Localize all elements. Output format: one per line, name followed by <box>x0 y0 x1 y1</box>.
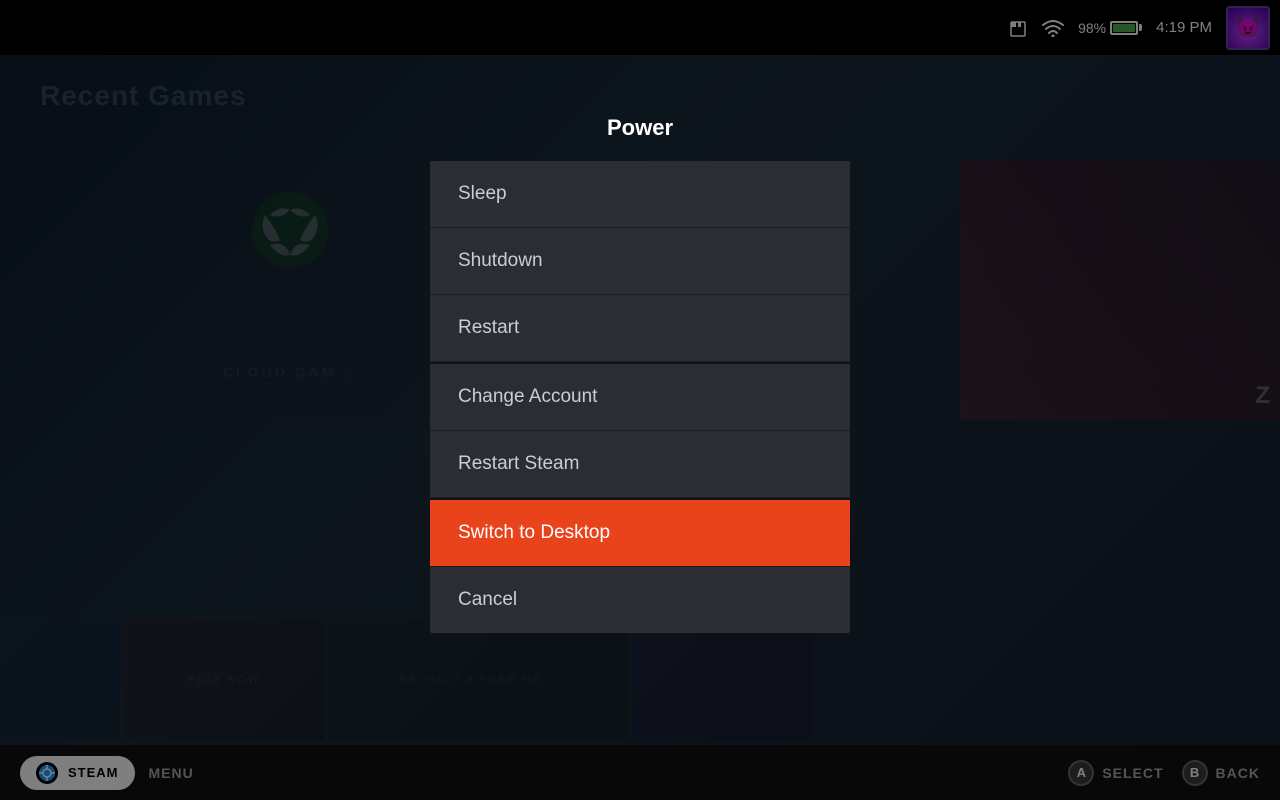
menu-item-switch-desktop[interactable]: Switch to Desktop <box>430 498 850 567</box>
dialog-title: Power <box>430 105 850 151</box>
menu-item-restart[interactable]: Restart <box>430 295 850 362</box>
menu-item-shutdown[interactable]: Shutdown <box>430 228 850 295</box>
menu-item-sleep[interactable]: Sleep <box>430 161 850 228</box>
power-dialog: Power Sleep Shutdown Restart Change Acco… <box>430 105 850 633</box>
power-menu-list: Sleep Shutdown Restart Change Account Re… <box>430 161 850 633</box>
menu-item-restart-steam[interactable]: Restart Steam <box>430 431 850 498</box>
menu-item-change-account[interactable]: Change Account <box>430 362 850 431</box>
menu-item-cancel[interactable]: Cancel <box>430 567 850 633</box>
